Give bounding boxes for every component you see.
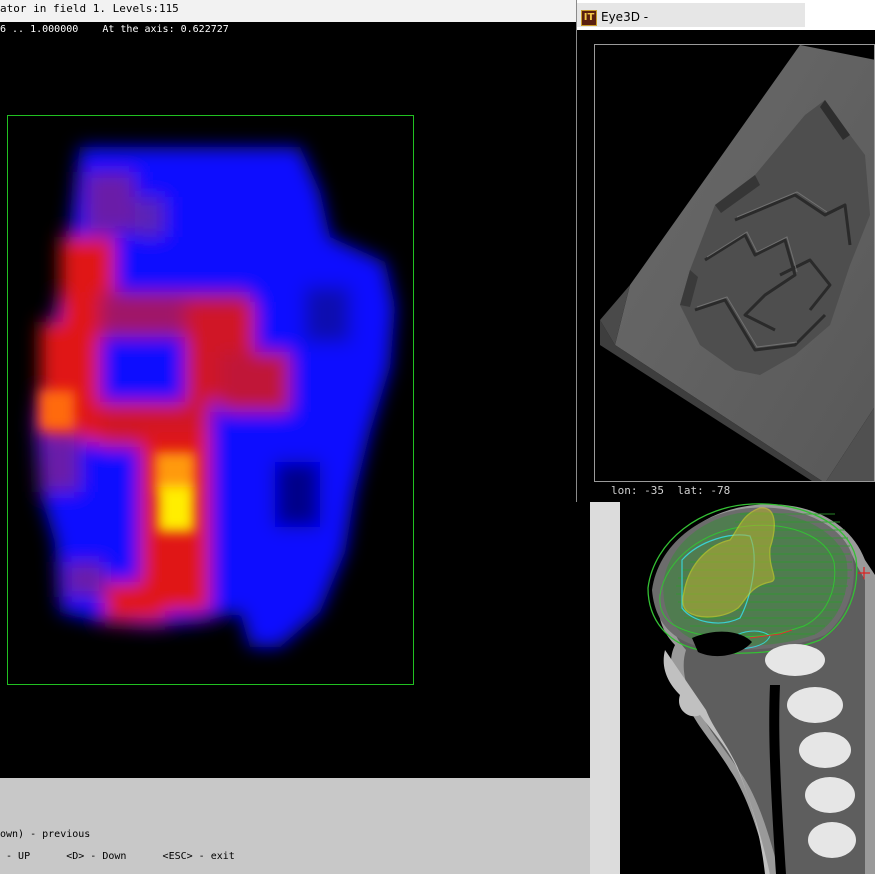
eye3d-orientation-readout: lon: -35 lat: -78 [611, 484, 730, 497]
app-icon: IT [581, 10, 597, 26]
ct-sagittal-view[interactable] [620, 500, 875, 874]
eye3d-title: Eye3D - [601, 10, 649, 24]
map-title: ator in field 1. Levels:115 [0, 2, 179, 15]
field-outline [7, 115, 414, 685]
lon-label: lon: [611, 484, 638, 497]
eye3d-title-field: IT Eye3D - [577, 3, 805, 27]
lon-value: -35 [644, 484, 664, 497]
eye3d-window: IT Eye3D - lon: -35 lat: -78 [576, 0, 875, 502]
intensity-map-canvas[interactable]: 6 .. 1.000000 At the axis: 0.622727 [0, 22, 590, 778]
help-line-previous: own) - previous [0, 829, 91, 840]
lat-label: lat: [677, 484, 704, 497]
eye3d-3d-viewport[interactable] [594, 44, 875, 482]
eye3d-body: lon: -35 lat: -78 [577, 30, 875, 502]
help-line-navigation: - UP <D> - Down <ESC> - exit [0, 851, 235, 862]
map-title-bar: ator in field 1. Levels:115 [0, 0, 576, 22]
intensity-map-window: ator in field 1. Levels:115 6 .. 1.00000… [0, 0, 590, 874]
compensator-3d-render [600, 45, 874, 481]
lat-value: -78 [710, 484, 731, 497]
keyboard-help-panel: own) - previous - UP <D> - Down <ESC> - … [0, 778, 590, 874]
ct-head-image [647, 503, 875, 874]
eye3d-title-bar[interactable]: IT Eye3D - [577, 0, 875, 30]
